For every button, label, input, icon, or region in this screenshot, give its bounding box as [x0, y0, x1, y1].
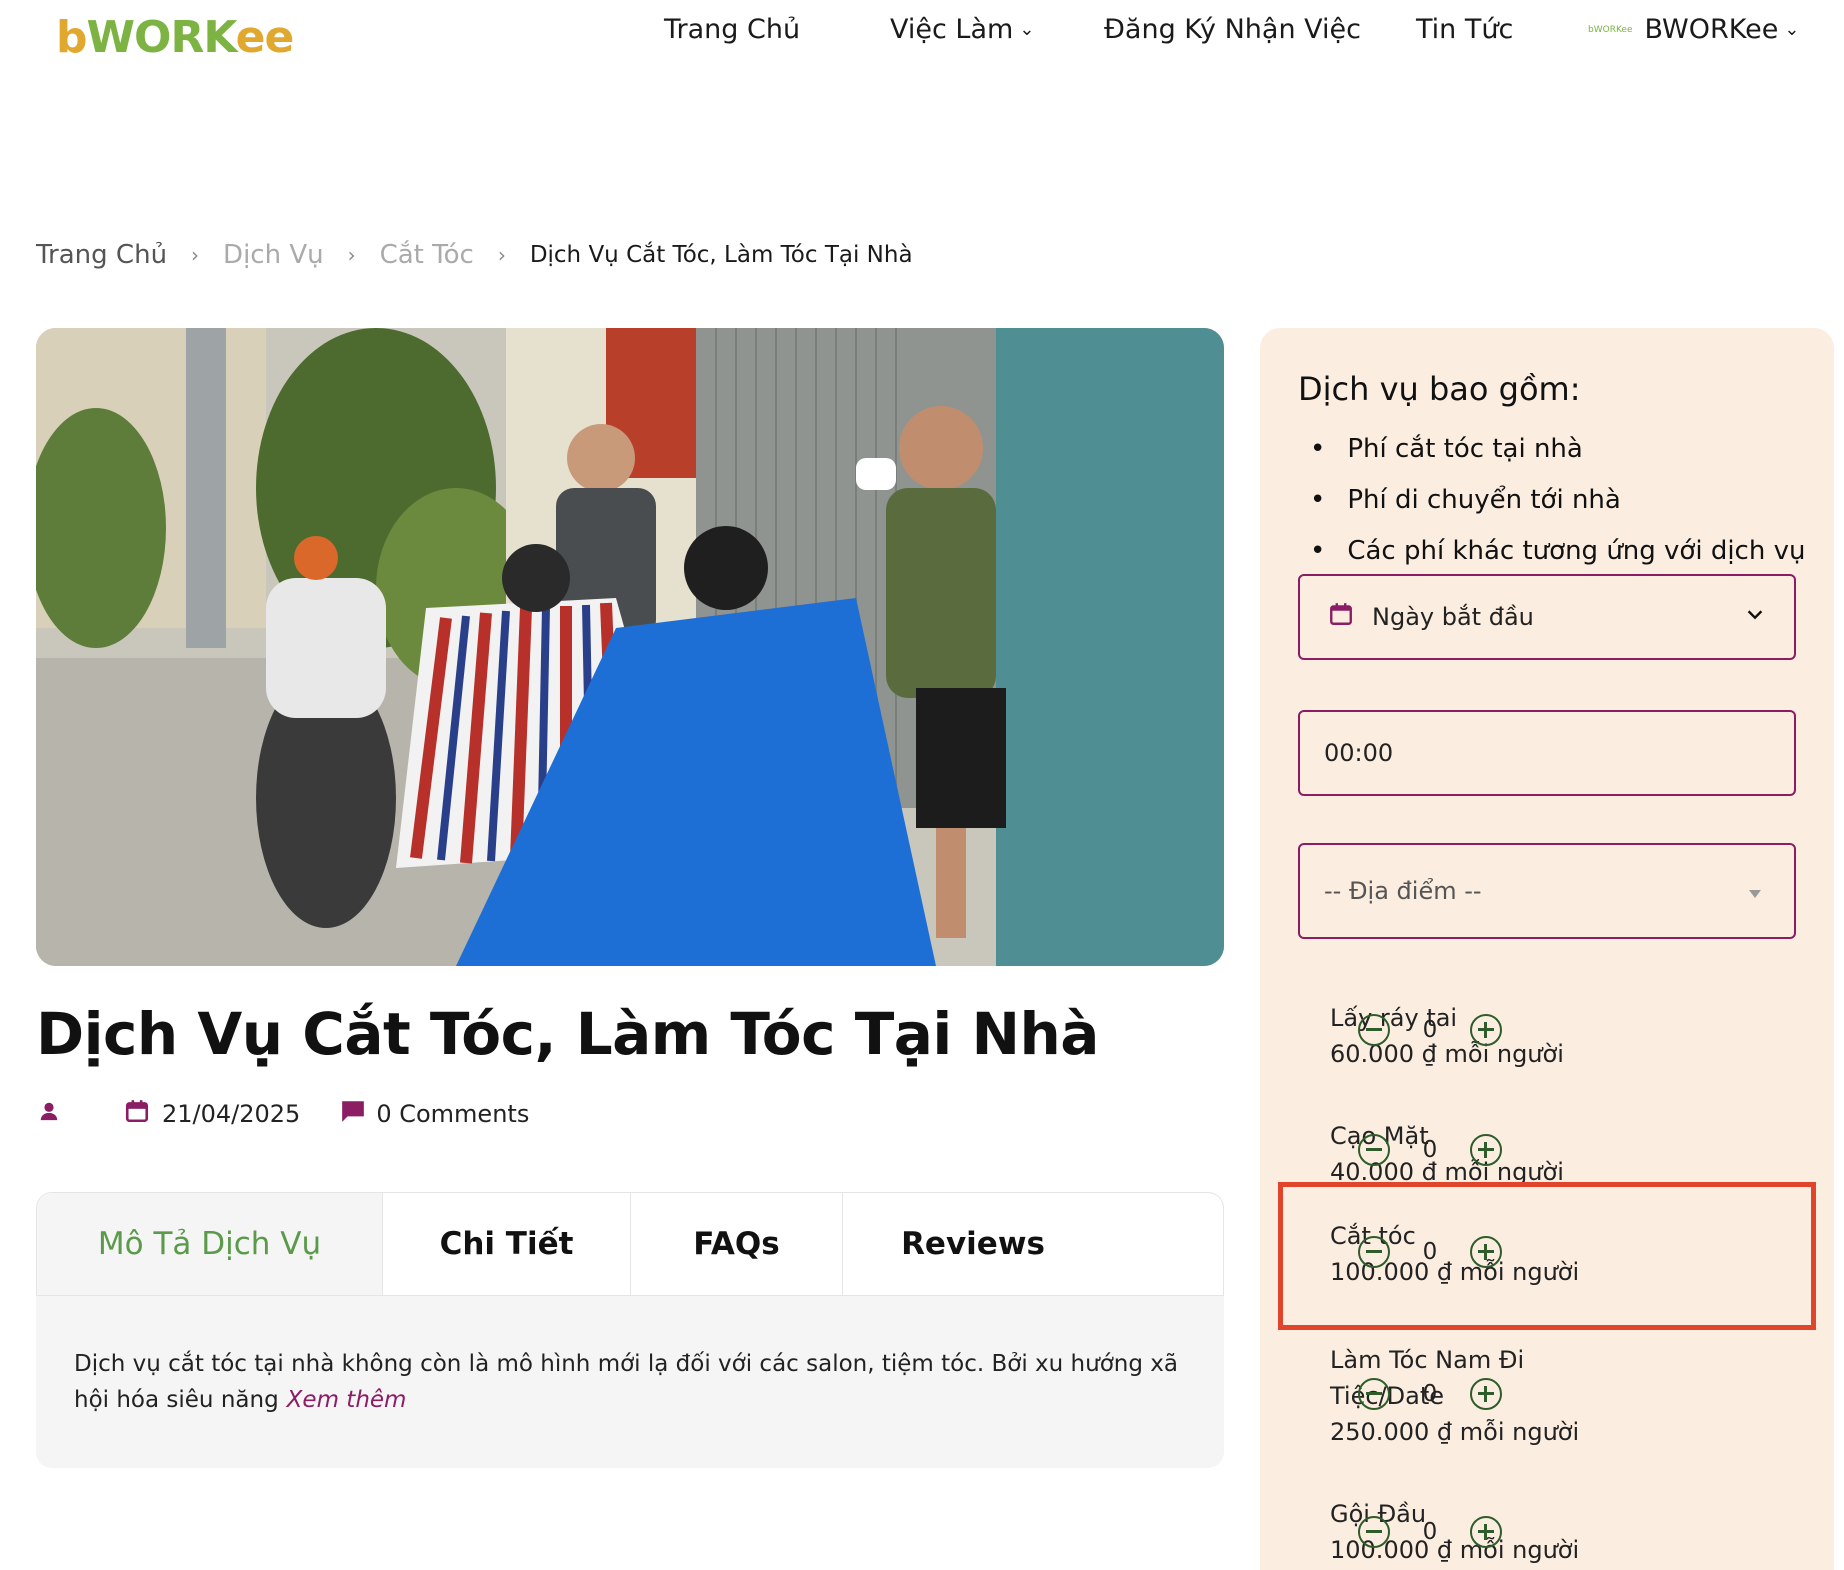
- quantity-value: 0: [1422, 1381, 1438, 1407]
- caret-down-icon: [1748, 877, 1762, 905]
- nav-account-label: BWORKee: [1644, 14, 1779, 45]
- nav-news-label: Tin Tức: [1416, 14, 1514, 45]
- description-text: Dịch vụ cắt tóc tại nhà không còn là mô …: [74, 1351, 1178, 1413]
- includes-heading: Dịch vụ bao gồm:: [1298, 370, 1581, 408]
- tab-description[interactable]: Mô Tả Dịch Vụ: [37, 1193, 383, 1295]
- chevron-down-icon: ⌄: [1784, 19, 1800, 40]
- includes-list: Phí cắt tóc tại nhà Phí di chuyển tới nh…: [1310, 424, 1805, 577]
- start-date-select[interactable]: Ngày bắt đầu: [1298, 574, 1796, 660]
- post-comments-count[interactable]: 0 Comments: [376, 1100, 529, 1128]
- service-tabs: Mô Tả Dịch Vụ Chi Tiết FAQs Reviews: [36, 1192, 1224, 1296]
- nav-news[interactable]: Tin Tức: [1416, 14, 1513, 45]
- logo-letters-work: WORK: [86, 12, 237, 63]
- user-icon[interactable]: [38, 1100, 60, 1128]
- nav-home-label: Trang Chủ: [664, 14, 801, 45]
- read-more-link[interactable]: Xem thêm: [287, 1387, 407, 1413]
- increment-button[interactable]: [1470, 1378, 1502, 1410]
- list-item: Phí cắt tóc tại nhà: [1310, 424, 1805, 475]
- nav-jobs-label: Việc Làm: [890, 14, 1014, 45]
- tab-faqs[interactable]: FAQs: [631, 1193, 843, 1295]
- breadcrumb-current: Dịch Vụ Cắt Tóc, Làm Tóc Tại Nhà: [529, 242, 913, 268]
- tab-description-label: Mô Tả Dịch Vụ: [97, 1226, 322, 1262]
- breadcrumb-home[interactable]: Trang Chủ: [36, 240, 167, 270]
- quantity-value: 0: [1422, 1017, 1438, 1043]
- decrement-button[interactable]: [1358, 1134, 1390, 1166]
- breadcrumb-services[interactable]: Dịch Vụ: [223, 240, 324, 270]
- time-input[interactable]: [1324, 739, 1770, 767]
- decrement-button[interactable]: [1358, 1378, 1390, 1410]
- quantity-stepper: 0: [1358, 1014, 1502, 1046]
- chevron-right-icon: ›: [191, 243, 200, 267]
- location-placeholder: -- Địa điểm --: [1324, 877, 1482, 905]
- tab-reviews[interactable]: Reviews: [843, 1193, 1103, 1295]
- tab-content-description: Dịch vụ cắt tóc tại nhà không còn là mô …: [36, 1296, 1224, 1468]
- nav-account[interactable]: bWORKee BWORKee ⌄: [1588, 14, 1799, 45]
- nav-home[interactable]: Trang Chủ: [664, 14, 800, 45]
- service-price: 250.000 ₫ mỗi người: [1330, 1418, 1580, 1446]
- logo-letter-b: b: [56, 12, 87, 63]
- chevron-right-icon: ›: [347, 243, 356, 267]
- site-header: bWORKee Trang Chủ Việc Làm ⌄ Đăng Ký Nhận…: [0, 0, 1844, 70]
- site-logo[interactable]: bWORKee: [56, 12, 295, 63]
- quantity-stepper: 0: [1358, 1134, 1502, 1166]
- hero-image: [36, 328, 1224, 966]
- decrement-button[interactable]: [1358, 1014, 1390, 1046]
- breadcrumb: Trang Chủ › Dịch Vụ › Cắt Tóc › Dịch Vụ …: [36, 240, 913, 270]
- breadcrumb-category[interactable]: Cắt Tóc: [380, 240, 474, 270]
- chevron-down-icon: ⌄: [1019, 19, 1035, 40]
- increment-button[interactable]: [1470, 1014, 1502, 1046]
- nav-jobs[interactable]: Việc Làm ⌄: [890, 14, 1034, 45]
- account-avatar-logo: bWORKee: [1588, 25, 1633, 35]
- highlight-box: [1278, 1182, 1816, 1330]
- calendar-icon: [1328, 601, 1354, 633]
- calendar-icon: [124, 1098, 150, 1130]
- post-meta: 21/04/2025 0 Comments: [36, 1098, 529, 1130]
- nav-register[interactable]: Đăng Ký Nhận Việc: [1104, 14, 1361, 45]
- tab-faqs-label: FAQs: [693, 1226, 780, 1262]
- chevron-down-icon: [1744, 603, 1766, 631]
- increment-button[interactable]: [1470, 1134, 1502, 1166]
- chevron-right-icon: ›: [497, 243, 506, 267]
- list-item: Phí di chuyển tới nhà: [1310, 475, 1805, 526]
- start-date-label: Ngày bắt đầu: [1372, 603, 1534, 631]
- logo-letters-ee: ee: [235, 12, 295, 63]
- page-title: Dịch Vụ Cắt Tóc, Làm Tóc Tại Nhà: [36, 1000, 1099, 1068]
- quantity-value: 0: [1422, 1519, 1438, 1545]
- tab-details[interactable]: Chi Tiết: [383, 1193, 631, 1295]
- time-field[interactable]: [1298, 710, 1796, 796]
- list-item: Các phí khác tương ứng với dịch vụ: [1310, 526, 1805, 577]
- increment-button[interactable]: [1470, 1516, 1502, 1548]
- tab-reviews-label: Reviews: [901, 1226, 1045, 1262]
- nav-register-label: Đăng Ký Nhận Việc: [1104, 14, 1361, 45]
- location-select[interactable]: -- Địa điểm --: [1298, 843, 1796, 939]
- quantity-stepper: 0: [1358, 1378, 1502, 1410]
- tab-details-label: Chi Tiết: [439, 1226, 574, 1262]
- decrement-button[interactable]: [1358, 1516, 1390, 1548]
- quantity-value: 0: [1422, 1137, 1438, 1163]
- post-date: 21/04/2025: [162, 1100, 301, 1128]
- comment-icon: [340, 1098, 366, 1130]
- quantity-stepper: 0: [1358, 1516, 1502, 1548]
